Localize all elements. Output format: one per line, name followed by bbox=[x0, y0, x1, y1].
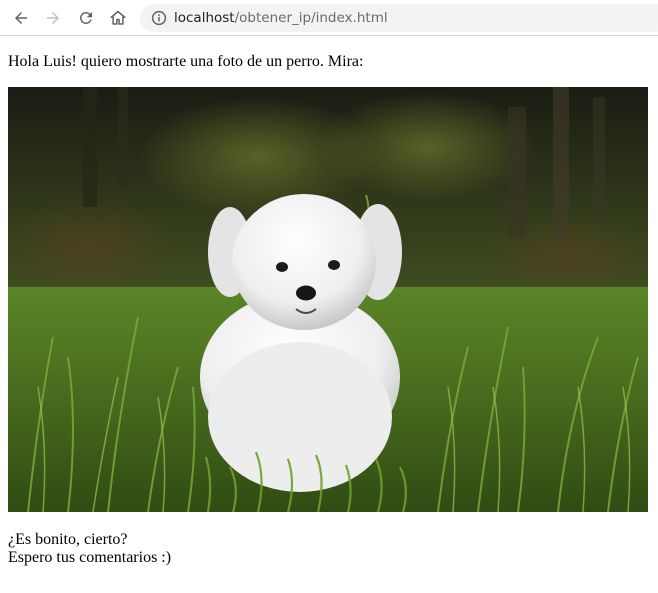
url-host: localhost bbox=[174, 10, 235, 26]
home-icon bbox=[110, 10, 126, 25]
back-arrow-icon bbox=[15, 12, 27, 24]
browser-toolbar: localhost/obtener_ip/index.html bbox=[0, 0, 658, 36]
url-path: /obtener_ip/index.html bbox=[234, 10, 388, 26]
dog-photo bbox=[8, 87, 648, 512]
address-bar[interactable]: localhost/obtener_ip/index.html bbox=[140, 4, 658, 32]
reload-icon bbox=[80, 12, 92, 24]
closing-text: Espero tus comentarios :) bbox=[8, 549, 172, 566]
reload-button[interactable] bbox=[74, 6, 98, 30]
back-button[interactable] bbox=[9, 6, 33, 30]
forward-arrow-icon bbox=[47, 12, 59, 24]
intro-text: Hola Luis! quiero mostrarte una foto de … bbox=[8, 53, 364, 70]
forward-button[interactable] bbox=[41, 6, 65, 30]
home-button[interactable] bbox=[106, 6, 130, 30]
url-text[interactable]: localhost/obtener_ip/index.html bbox=[174, 4, 388, 32]
question-text: ¿Es bonito, cierto? bbox=[8, 531, 128, 548]
info-icon[interactable] bbox=[151, 10, 167, 26]
